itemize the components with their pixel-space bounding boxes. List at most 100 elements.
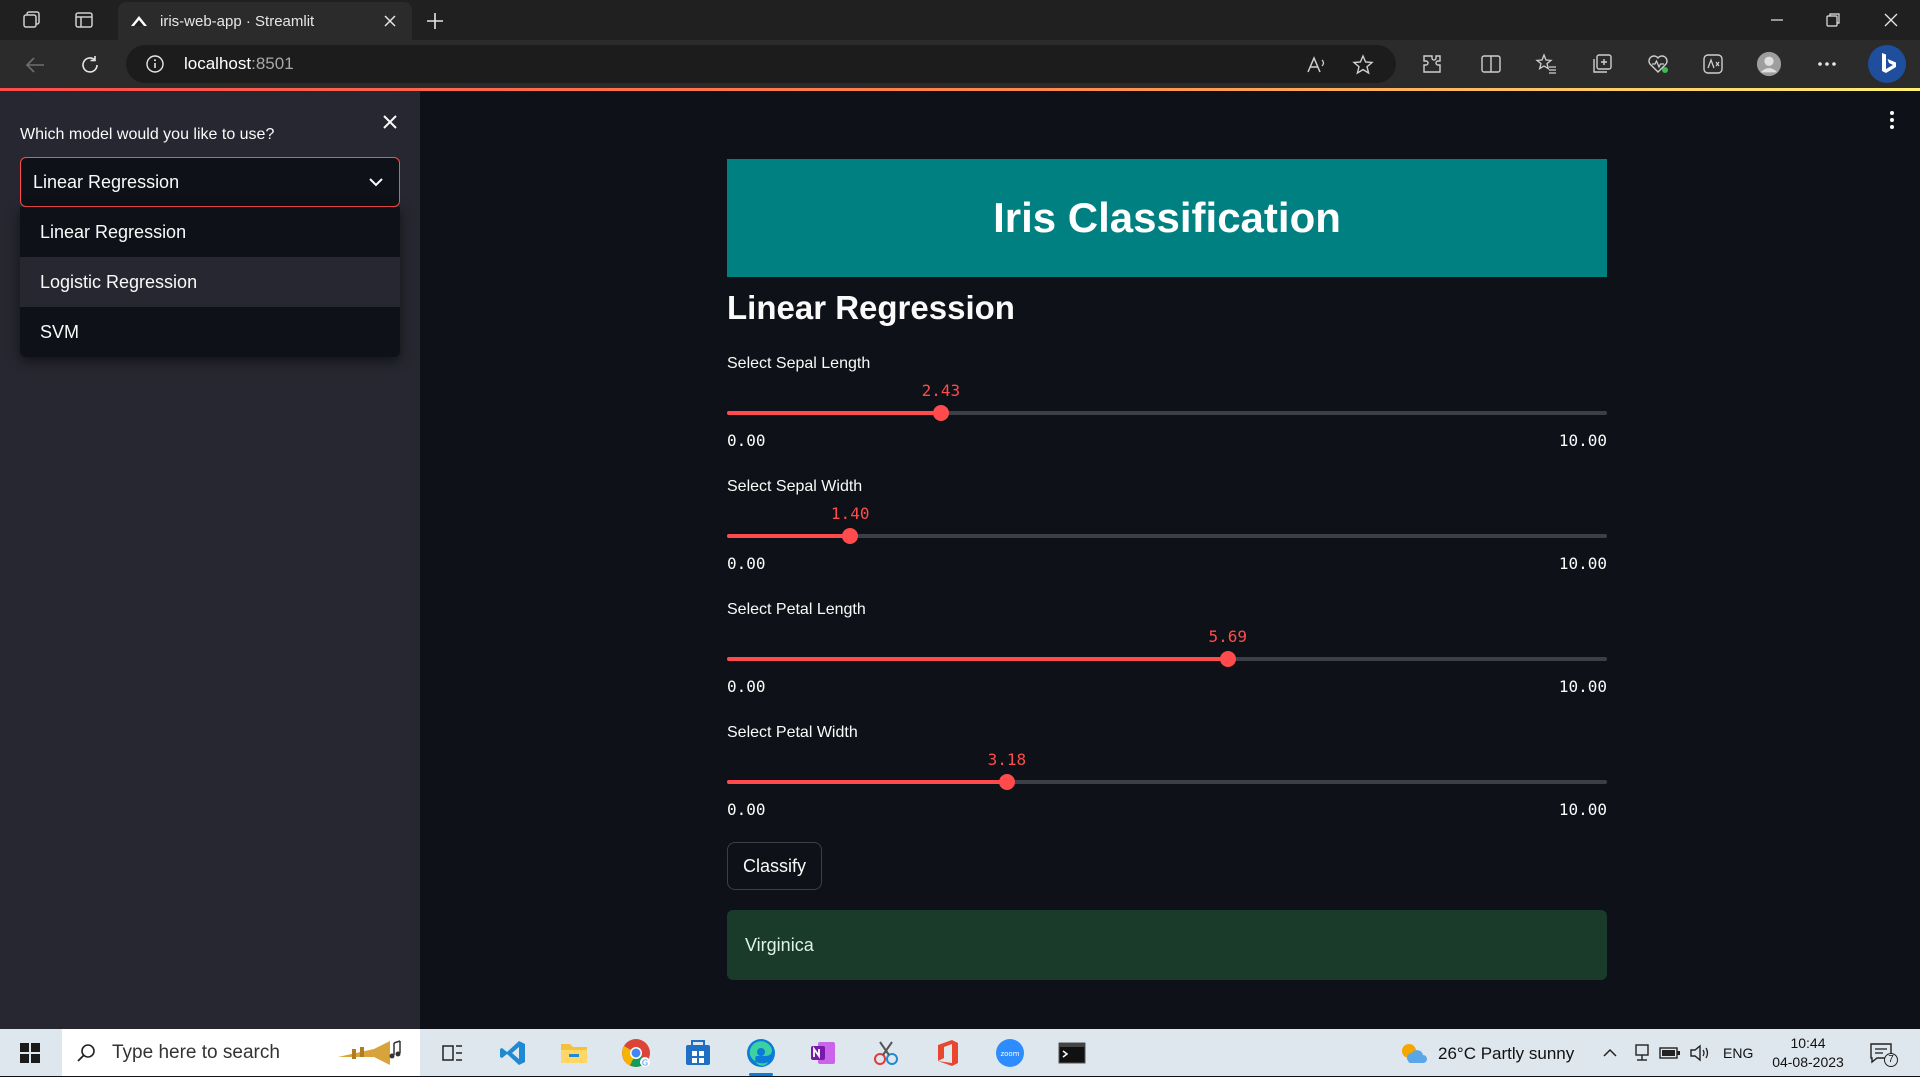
slider-fill xyxy=(727,780,1007,784)
app-main-menu-icon[interactable] xyxy=(1880,108,1904,132)
site-info-icon[interactable] xyxy=(144,53,166,75)
onenote-icon[interactable] xyxy=(807,1037,839,1069)
slider-thumb[interactable] xyxy=(842,528,859,544)
sidebar-close-icon[interactable] xyxy=(378,110,402,134)
more-menu-icon[interactable] xyxy=(1814,51,1840,77)
profile-avatar-icon[interactable] xyxy=(1756,51,1782,77)
prediction-result: Virginica xyxy=(727,910,1607,980)
slider-max: 10.00 xyxy=(1558,800,1607,819)
slider-max: 10.00 xyxy=(1558,554,1607,573)
store-app-icon[interactable] xyxy=(682,1037,714,1069)
favorites-icon[interactable] xyxy=(1533,51,1559,77)
slider-sepal-length: Select Sepal Length 2.43 0.00 10.00 xyxy=(727,355,1607,467)
model-select-label: Which model would you like to use? xyxy=(20,126,275,143)
slider-current-value: 5.69 xyxy=(1208,627,1247,646)
slider-track[interactable] xyxy=(727,774,1607,790)
slider-current-value: 2.43 xyxy=(921,381,961,400)
svg-text:zoom: zoom xyxy=(1000,1050,1019,1058)
slider-current-value: 1.40 xyxy=(830,504,870,523)
task-view-icon[interactable] xyxy=(436,1037,468,1069)
edge-browser-icon[interactable] xyxy=(745,1037,777,1076)
browser-titlebar: iris-web-app · Streamlit xyxy=(0,0,1920,40)
bing-copilot-icon[interactable] xyxy=(1867,44,1907,84)
slider-fill xyxy=(727,657,1228,661)
slider-label: Select Petal Length xyxy=(727,601,866,618)
input-language[interactable]: ENG xyxy=(1723,1045,1753,1061)
windows-taskbar: Type here to search G zoom 26°C Partly s… xyxy=(0,1029,1920,1076)
dropdown-option-svm[interactable]: SVM xyxy=(20,307,400,357)
slider-current-value: 3.18 xyxy=(987,750,1027,769)
model-select-value: Linear Regression xyxy=(33,171,180,192)
search-icon xyxy=(74,1041,98,1065)
browser-essentials-icon[interactable] xyxy=(1645,51,1671,77)
notification-count-badge: 7 xyxy=(1884,1053,1898,1067)
browser-addressbar: localhost:8501 xyxy=(0,40,1920,88)
snipping-tool-icon[interactable] xyxy=(870,1037,902,1069)
weather-text[interactable]: 26°C Partly sunny xyxy=(1438,1044,1574,1064)
volume-icon[interactable] xyxy=(1684,1037,1716,1069)
slider-label: Select Sepal Width xyxy=(727,478,863,495)
system-clock[interactable]: 10:44 04-08-2023 xyxy=(1758,1034,1858,1072)
search-highlight-trumpet-icon xyxy=(334,1035,410,1077)
slider-petal-width: Select Petal Width 3.18 0.00 10.00 xyxy=(727,724,1607,836)
slider-max: 10.00 xyxy=(1558,431,1607,450)
battery-icon[interactable] xyxy=(1654,1037,1686,1069)
restore-icon[interactable] xyxy=(1816,6,1850,34)
slider-min: 0.00 xyxy=(727,431,766,450)
clock-date: 04-08-2023 xyxy=(1772,1054,1844,1070)
windows-start-icon[interactable] xyxy=(14,1037,46,1069)
terminal-icon[interactable] xyxy=(1056,1037,1088,1069)
slider-max: 10.00 xyxy=(1558,677,1607,696)
minimize-icon[interactable] xyxy=(1760,6,1794,34)
url-bar[interactable]: localhost:8501 xyxy=(126,45,1396,83)
window-close-icon[interactable] xyxy=(1874,6,1908,34)
tab-title: iris-web-app · Streamlit xyxy=(160,12,315,30)
refresh-icon[interactable] xyxy=(77,52,103,78)
tab-actions-icon[interactable] xyxy=(72,8,96,32)
slider-min: 0.00 xyxy=(727,800,766,819)
browser-tab-active[interactable]: iris-web-app · Streamlit xyxy=(118,2,412,40)
slider-min: 0.00 xyxy=(727,554,766,573)
favorite-star-icon[interactable] xyxy=(1352,54,1374,76)
dropdown-option-logistic-regression[interactable]: Logistic Regression xyxy=(20,257,400,307)
new-tab-plus-icon[interactable] xyxy=(422,8,448,34)
slider-thumb[interactable] xyxy=(998,774,1015,790)
slider-sepal-width: Select Sepal Width 1.40 0.00 10.00 xyxy=(727,478,1607,590)
dropdown-option-linear-regression[interactable]: Linear Regression xyxy=(20,207,400,257)
classify-button[interactable]: Classify xyxy=(727,842,822,890)
vscode-icon[interactable] xyxy=(497,1037,529,1069)
url-port: :8501 xyxy=(251,54,294,73)
taskbar-search[interactable]: Type here to search xyxy=(62,1029,420,1076)
chevron-up-icon[interactable] xyxy=(1594,1037,1626,1069)
weather-partly-sunny-icon[interactable] xyxy=(1397,1037,1429,1069)
page-title-banner: Iris Classification xyxy=(727,159,1607,277)
collections-icon[interactable] xyxy=(1589,51,1615,77)
slider-fill xyxy=(727,534,851,538)
office-icon[interactable] xyxy=(932,1037,964,1069)
slider-min: 0.00 xyxy=(727,677,766,696)
slider-track[interactable] xyxy=(727,651,1607,667)
file-explorer-icon[interactable] xyxy=(558,1037,590,1069)
extensions-icon[interactable] xyxy=(1419,51,1445,77)
slider-label: Select Petal Width xyxy=(727,724,858,741)
slider-track[interactable] xyxy=(727,528,1607,544)
clock-time: 10:44 xyxy=(1790,1035,1826,1051)
back-arrow-icon[interactable] xyxy=(22,52,48,78)
model-selectbox[interactable]: Linear Regression xyxy=(20,157,400,207)
workspaces-icon[interactable] xyxy=(20,8,44,32)
zoom-icon[interactable]: zoom xyxy=(994,1037,1026,1069)
math-solver-icon[interactable] xyxy=(1700,51,1726,77)
chrome-icon[interactable]: G xyxy=(620,1037,652,1069)
chevron-down-icon[interactable] xyxy=(365,171,387,193)
search-placeholder: Type here to search xyxy=(112,1041,280,1063)
slider-thumb[interactable] xyxy=(1219,651,1236,667)
slider-track[interactable] xyxy=(727,405,1607,421)
slider-thumb[interactable] xyxy=(932,405,949,421)
model-subheader: Linear Regression xyxy=(727,289,1015,326)
url-host: localhost xyxy=(184,54,252,73)
read-aloud-icon[interactable] xyxy=(1306,54,1328,76)
notification-center-icon[interactable]: 7 xyxy=(1866,1037,1898,1069)
tab-close-icon[interactable] xyxy=(380,11,400,31)
split-screen-icon[interactable] xyxy=(1478,51,1504,77)
slider-petal-length: Select Petal Length 5.69 0.00 10.00 xyxy=(727,601,1607,713)
